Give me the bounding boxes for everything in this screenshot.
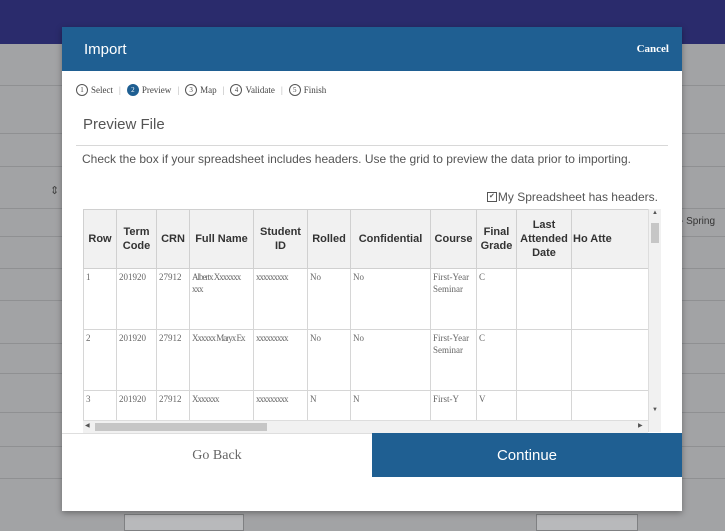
vertical-scrollbar[interactable]: ▲ ▼ — [648, 209, 661, 432]
preview-grid[interactable]: Row Term Code CRN Full Name Student ID R… — [83, 209, 661, 432]
grid-cell: xxxxxxxxx — [253, 268, 308, 330]
grid-header-cell[interactable]: Student ID — [253, 209, 308, 269]
scroll-up-icon[interactable]: ▲ — [652, 210, 658, 216]
step-select[interactable]: 1 Select — [76, 84, 113, 96]
grid-cell: 27912 — [156, 329, 190, 391]
grid-cell: Xxxxxx Maryx Ex — [189, 329, 254, 391]
grid-header-cell[interactable]: CRN — [156, 209, 190, 269]
grid-cell: First-Year Seminar — [430, 329, 477, 391]
preview-table: Row Term Code CRN Full Name Student ID R… — [83, 209, 661, 432]
step-number: 2 — [126, 84, 139, 96]
grid-cell: xxxxxxxxx — [253, 329, 308, 391]
modal-title: Import — [84, 41, 127, 58]
step-number: 5 — [288, 84, 301, 96]
step-separator: | — [177, 85, 180, 95]
vertical-scroll-thumb[interactable] — [651, 223, 659, 243]
step-label: Finish — [303, 85, 327, 95]
horizontal-scrollbar[interactable]: ◀ ▶ — [83, 420, 648, 433]
grid-cell: First-Year Seminar — [430, 268, 477, 330]
step-label: Validate — [245, 85, 275, 95]
scroll-right-icon[interactable]: ▶ — [638, 422, 643, 429]
grid-header-cell[interactable]: Rolled — [307, 209, 351, 269]
background-select[interactable] — [124, 514, 244, 531]
step-separator: | — [119, 85, 121, 95]
grid-header-cell[interactable]: Course — [430, 209, 477, 269]
grid-header-cell[interactable]: Full Name — [189, 209, 254, 269]
grid-cell: 1 — [83, 268, 117, 330]
step-label: Map — [200, 85, 217, 95]
step-number: 4 — [230, 84, 243, 96]
step-label: Preview — [141, 85, 172, 95]
headers-checkbox[interactable]: ✔ My Spreadsheet has headers. — [486, 190, 658, 204]
checkbox-checked-icon[interactable]: ✔ — [486, 192, 497, 202]
grid-header-cell[interactable]: Confidential — [350, 209, 431, 269]
scroll-down-icon[interactable]: ▼ — [652, 407, 658, 413]
grid-cell — [516, 268, 572, 330]
modal-header: Import Cancel — [62, 27, 682, 71]
grid-cell: 201920 — [116, 329, 157, 391]
continue-button[interactable]: Continue — [372, 433, 682, 477]
grid-header-cell[interactable]: Final Grade — [476, 209, 517, 269]
go-back-button[interactable]: Go Back — [62, 433, 372, 477]
step-number: 1 — [76, 84, 88, 96]
table-row: 1 201920 27912 Albertx Xxxxxxx xxx xxxxx… — [83, 268, 661, 330]
horizontal-scroll-thumb[interactable] — [95, 423, 267, 431]
step-separator: | — [222, 85, 225, 95]
grid-cell — [516, 329, 572, 391]
sort-icon[interactable]: ⇕ — [50, 184, 59, 197]
background-term-text: - Spring — [680, 216, 716, 227]
grid-cell: Albertx Xxxxxxx xxx — [189, 268, 254, 330]
grid-cell: 2 — [83, 329, 117, 391]
grid-header-cell[interactable]: Last Attended Date — [516, 209, 572, 269]
headers-checkbox-label: My Spreadsheet has headers. — [497, 190, 658, 204]
step-number: 3 — [185, 84, 198, 96]
step-preview[interactable]: 2 Preview — [126, 84, 172, 96]
step-map[interactable]: 3 Map — [185, 84, 217, 96]
grid-cell: C — [476, 268, 517, 330]
grid-cell: 27912 — [156, 268, 190, 330]
instructions-text: Check the box if your spreadsheet includ… — [82, 152, 631, 166]
step-finish[interactable]: 5 Finish — [288, 84, 327, 96]
scroll-left-icon[interactable]: ◀ — [85, 422, 90, 429]
import-modal: Import Cancel 1 Select | 2 Preview | 3 Map … — [62, 27, 682, 511]
grid-header-cell[interactable]: Term Code — [116, 209, 157, 269]
step-separator: | — [280, 85, 283, 95]
grid-cell: No — [350, 268, 431, 330]
background-date-field[interactable] — [536, 514, 638, 531]
cancel-button[interactable]: Cancel — [637, 43, 669, 55]
grid-cell: 201920 — [116, 268, 157, 330]
step-validate[interactable]: 4 Validate — [230, 84, 275, 96]
grid-cell: C — [476, 329, 517, 391]
step-label: Select — [91, 85, 113, 95]
grid-header-cell[interactable]: Row — [83, 209, 117, 269]
grid-header-row: Row Term Code CRN Full Name Student ID R… — [83, 209, 661, 269]
section-divider — [76, 145, 668, 146]
grid-cell: No — [350, 329, 431, 391]
grid-cell: No — [307, 329, 351, 391]
section-title: Preview File — [83, 116, 165, 133]
table-row: 2 201920 27912 Xxxxxx Maryx Ex xxxxxxxxx… — [83, 329, 661, 391]
grid-cell: No — [307, 268, 351, 330]
wizard-steps: 1 Select | 2 Preview | 3 Map | 4 Validate | … — [76, 82, 326, 98]
